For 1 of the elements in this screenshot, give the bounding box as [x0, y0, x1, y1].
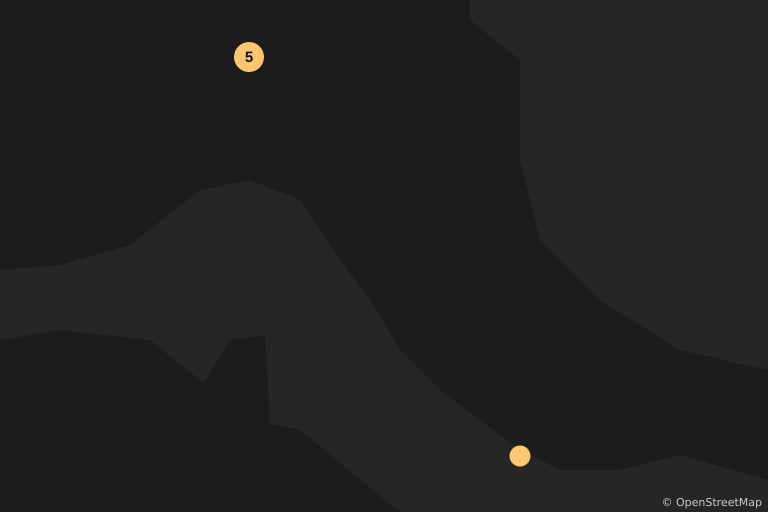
map-attribution[interactable]: © OpenStreetMap	[661, 496, 762, 509]
